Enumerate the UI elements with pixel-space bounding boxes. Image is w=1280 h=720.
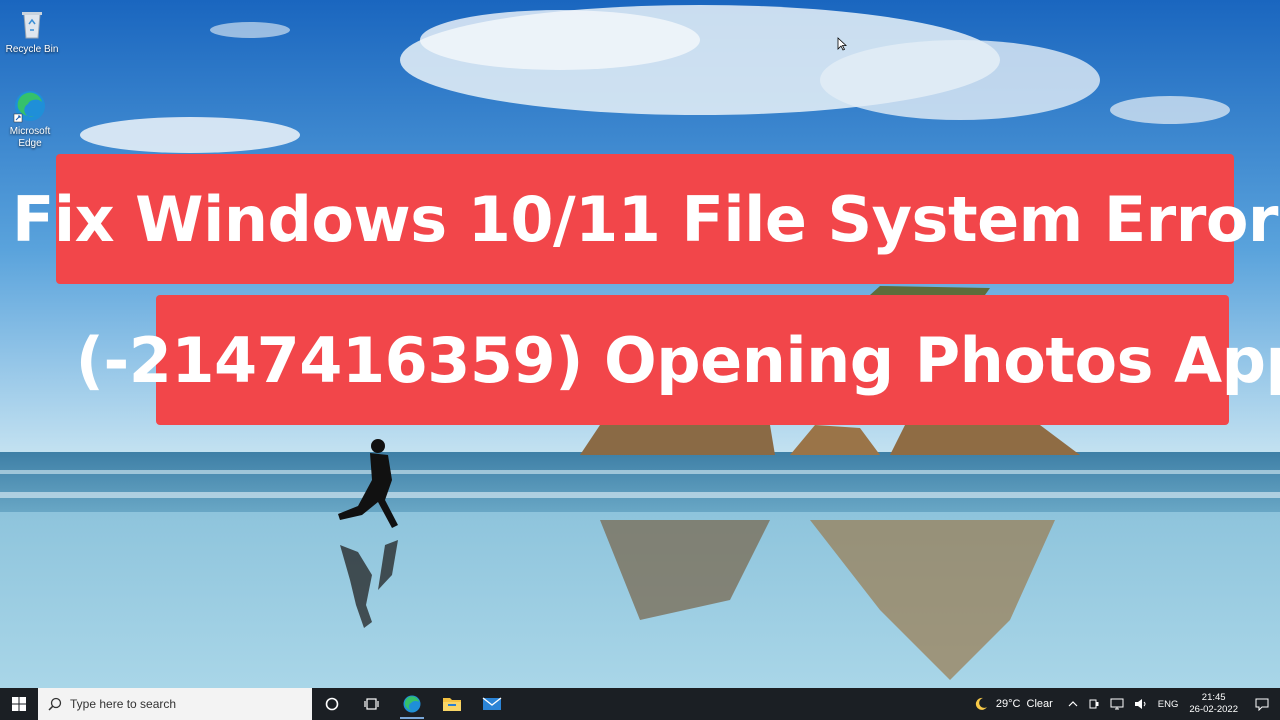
weather-widget[interactable]: 29°C Clear [969, 697, 1058, 711]
search-placeholder: Type here to search [70, 697, 177, 711]
title-line2: (-2147416359) Opening Photos App [75, 323, 1280, 397]
recycle-bin-icon [22, 12, 42, 39]
network-button[interactable] [1105, 698, 1129, 710]
cortana-icon [325, 697, 339, 711]
mouse-cursor-icon [837, 37, 847, 51]
meet-now-button[interactable] [1083, 698, 1105, 710]
clock-date: 26-02-2022 [1189, 704, 1238, 715]
file-explorer-icon [443, 698, 461, 711]
language-label: ENG [1157, 698, 1179, 710]
network-icon [1110, 698, 1124, 710]
start-button[interactable] [0, 688, 38, 720]
action-center-button[interactable] [1244, 688, 1280, 720]
system-tray: 29°C Clear ENG 21:45 26-02-2022 [969, 688, 1280, 720]
windows-logo-icon [12, 697, 26, 711]
edge-icon [13, 91, 45, 123]
desktop-icon-edge[interactable]: Microsoft Edge [0, 88, 60, 150]
desktop-icon-label: Recycle Bin [5, 44, 59, 55]
taskbar-mail-button[interactable] [472, 688, 512, 720]
taskbar-edge-button[interactable] [392, 688, 432, 720]
volume-button[interactable] [1129, 698, 1153, 710]
taskbar-search-box[interactable]: Type here to search [38, 688, 312, 720]
edge-icon [403, 695, 421, 713]
title-banner-line1: Fix Windows 10/11 File System Error [12, 154, 1279, 284]
clock-time: 21:45 [1201, 692, 1226, 703]
task-view-icon [364, 698, 379, 710]
title-banner-line2: (-2147416359) Opening Photos App [76, 295, 1280, 425]
mail-icon [482, 697, 502, 710]
weather-temp: 29°C [995, 698, 1021, 710]
title-line1: Fix Windows 10/11 File System Error [12, 182, 1279, 256]
cortana-button[interactable] [312, 688, 352, 720]
moon-icon [975, 697, 987, 710]
weather-condition: Clear [1026, 698, 1053, 710]
speaker-icon [1134, 699, 1146, 709]
task-view-button[interactable] [352, 688, 392, 720]
desktop-icon-label: Microsoft Edge [9, 126, 51, 149]
desktop-icon-recycle-bin[interactable]: Recycle Bin [0, 6, 64, 56]
device-icon [1089, 699, 1099, 709]
notification-icon [1255, 698, 1269, 711]
search-icon [48, 697, 62, 711]
taskbar-file-explorer-button[interactable] [432, 688, 472, 720]
taskbar: Type here to search 29°C Clear ENG 21:45… [0, 688, 1280, 720]
chevron-up-icon [1068, 701, 1078, 707]
clock[interactable]: 21:45 26-02-2022 [1183, 692, 1244, 716]
language-indicator[interactable]: ENG [1153, 699, 1184, 710]
show-hidden-icons-button[interactable] [1058, 700, 1083, 708]
